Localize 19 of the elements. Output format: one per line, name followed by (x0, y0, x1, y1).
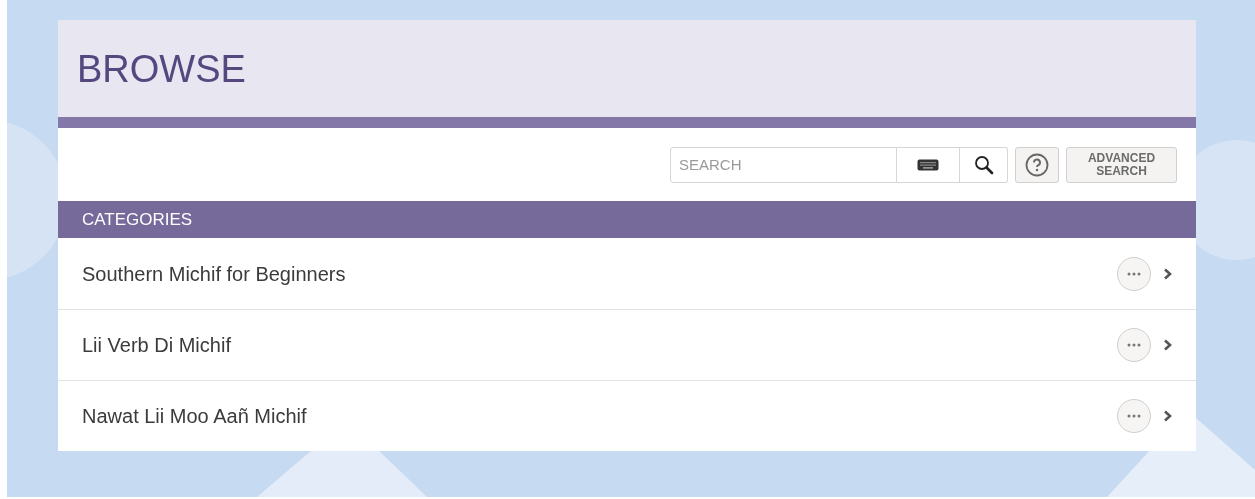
help-button[interactable] (1015, 146, 1059, 183)
search-icon (973, 154, 994, 175)
more-icon (1127, 271, 1141, 276)
search-button[interactable] (960, 146, 1008, 183)
category-link[interactable]: Lii Verb Di Michif (82, 330, 1117, 360)
chevron-right-icon[interactable] (1163, 410, 1172, 422)
category-link[interactable]: Nawat Lii Moo Aañ Michif (82, 401, 1117, 431)
chevron-right-icon[interactable] (1163, 267, 1172, 280)
keyboard-button[interactable] (897, 146, 960, 183)
search-field[interactable]: SEARCH (670, 146, 897, 183)
more-icon (1127, 414, 1141, 418)
keyboard-icon (917, 158, 939, 171)
chevron-right-icon[interactable] (1163, 339, 1172, 351)
section-heading: CATEGORIES (82, 208, 193, 231)
more-icon (1127, 343, 1141, 347)
help-icon (1025, 152, 1049, 177)
category-link[interactable]: Southern Michif for Beginners (82, 258, 1117, 289)
advanced-search-button[interactable]: ADVANCED SEARCH (1066, 146, 1177, 183)
page-title: BROWSE (77, 49, 246, 88)
